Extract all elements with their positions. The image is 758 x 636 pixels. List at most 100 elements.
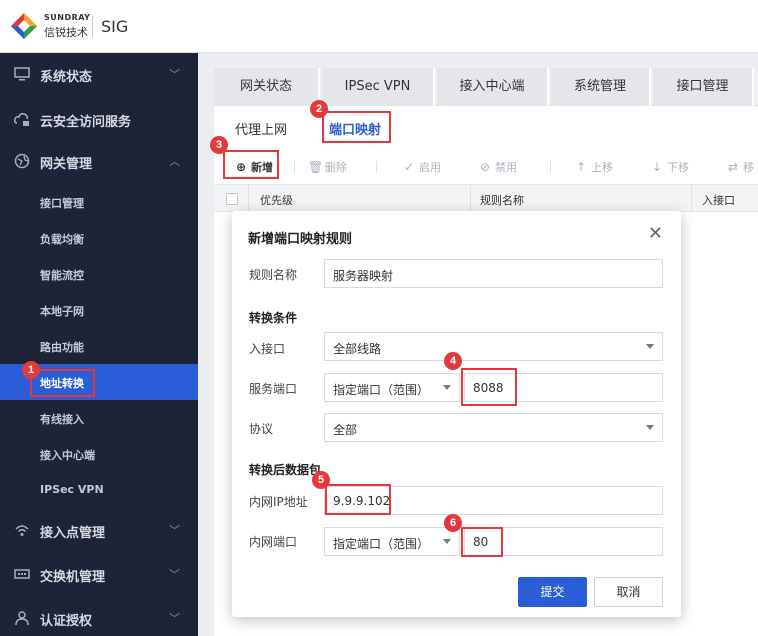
service-port-mode-value: 指定端口（范围） bbox=[333, 383, 430, 397]
nav-label: 网关管理 bbox=[40, 157, 93, 172]
highlight-box-port-mapping bbox=[322, 111, 391, 143]
product-name: SIG bbox=[101, 17, 129, 36]
highlight-box-service-port bbox=[461, 368, 517, 406]
sidebar-item-flow-control[interactable]: 智能流控 bbox=[0, 256, 198, 292]
step-badge-6: 6 bbox=[444, 514, 462, 532]
inner-port-mode-select[interactable]: 指定端口（范围） bbox=[324, 527, 460, 556]
tab-gateway-status[interactable]: 网关状态 bbox=[214, 68, 320, 106]
wifi-icon bbox=[14, 522, 30, 538]
nav-sub-label: 有线接入 bbox=[40, 413, 84, 426]
tab-access-center[interactable]: 接入中心端 bbox=[437, 68, 549, 106]
move-down-button[interactable]: ↓ 下移 bbox=[650, 159, 689, 175]
highlight-box-nat bbox=[30, 369, 95, 397]
sidebar-item-interface[interactable]: 接口管理 bbox=[0, 184, 198, 220]
table-header: 优先级 规则名称 入接口 bbox=[214, 184, 758, 212]
inner-port-mode-value: 指定端口（范围） bbox=[333, 537, 430, 551]
select-all-checkbox[interactable] bbox=[226, 193, 238, 205]
subtab-proxy[interactable]: 代理上网 bbox=[235, 119, 287, 138]
arrow-down-icon: ↓ bbox=[651, 160, 663, 174]
nav-switch-management[interactable]: 交换机管理 ﹀ bbox=[0, 553, 198, 595]
nav-cloud-security[interactable]: 云安全访问服务 bbox=[0, 98, 198, 140]
step-badge-5: 5 bbox=[312, 471, 330, 489]
nav-label: 交换机管理 bbox=[40, 570, 106, 585]
in-interface-select[interactable]: 全部线路 bbox=[324, 332, 663, 361]
nav-sub-label: 智能流控 bbox=[40, 269, 84, 282]
in-interface-value: 全部线路 bbox=[333, 342, 382, 356]
chevron-up-icon: ︿ bbox=[169, 155, 180, 168]
disable-button-label: 禁用 bbox=[495, 161, 517, 174]
enable-button-label: 启用 bbox=[419, 161, 441, 174]
caret-down-icon bbox=[646, 344, 654, 349]
inner-port-label: 内网端口 bbox=[249, 535, 298, 549]
sidebar-item-ipsec-vpn[interactable]: IPSec VPN bbox=[0, 472, 198, 508]
column-rule-name[interactable]: 规则名称 bbox=[480, 192, 524, 208]
column-divider bbox=[470, 185, 471, 212]
in-interface-label: 入接口 bbox=[249, 342, 286, 356]
top-tabs: 网关状态 IPSec VPN 接入中心端 系统管理 接口管理 bbox=[214, 68, 758, 106]
toolbar-divider bbox=[294, 161, 295, 173]
chevron-down-icon: ﹀ bbox=[169, 68, 180, 81]
column-in-interface[interactable]: 入接口 bbox=[702, 192, 735, 208]
nav-system-status[interactable]: 系统状态 ﹀ bbox=[0, 53, 198, 95]
nav-ap-management[interactable]: 接入点管理 ﹀ bbox=[0, 509, 198, 551]
nav-auth[interactable]: 认证授权 ﹀ bbox=[0, 597, 198, 636]
step-badge-1: 1 bbox=[22, 361, 40, 379]
rule-name-input[interactable]: 服务器映射 bbox=[324, 259, 663, 288]
nav-label: 系统状态 bbox=[40, 70, 93, 85]
top-bar: SUNDRAY 信锐技术 SIG bbox=[0, 0, 758, 53]
brand-divider bbox=[92, 16, 93, 38]
monitor-icon bbox=[14, 66, 30, 82]
sidebar-item-local-subnet[interactable]: 本地子网 bbox=[0, 292, 198, 328]
highlight-box-add bbox=[223, 150, 279, 179]
nav-label: 云安全访问服务 bbox=[40, 115, 132, 130]
cancel-button[interactable]: 取消 bbox=[594, 577, 663, 607]
chevron-down-icon: ﹀ bbox=[169, 612, 180, 625]
dialog-title: 新增端口映射规则 bbox=[248, 232, 353, 247]
toolbar: ⊕ 新增 🗑 删除 ✓ 启用 ⊘ 禁用 ↑ 上移 ↓ 下移 ⇄ 移 bbox=[214, 150, 758, 184]
tab-interface-management[interactable]: 接口管理 bbox=[653, 68, 754, 106]
submit-button[interactable]: 提交 bbox=[518, 577, 587, 607]
protocol-value: 全部 bbox=[333, 423, 358, 437]
sidebar-item-wired-access[interactable]: 有线接入 bbox=[0, 400, 198, 436]
nav-sub-label: 接入中心端 bbox=[40, 449, 95, 462]
check-icon: ✓ bbox=[403, 160, 415, 174]
enable-button[interactable]: ✓ 启用 bbox=[402, 159, 441, 175]
sidebar-item-access-center[interactable]: 接入中心端 bbox=[0, 436, 198, 472]
toolbar-divider bbox=[550, 161, 551, 173]
inner-ip-label: 内网IP地址 bbox=[249, 495, 308, 509]
move-label: 移 bbox=[743, 161, 754, 174]
disable-button[interactable]: ⊘ 禁用 bbox=[478, 159, 517, 175]
caret-down-icon bbox=[443, 385, 451, 390]
sidebar-item-routing[interactable]: 路由功能 bbox=[0, 328, 198, 364]
column-divider bbox=[691, 185, 692, 212]
chevron-down-icon: ﹀ bbox=[169, 524, 180, 537]
user-icon bbox=[14, 610, 30, 626]
delete-button-label: 删除 bbox=[325, 161, 347, 174]
nav-gateway-management[interactable]: 网关管理 ︿ bbox=[0, 140, 198, 182]
tab-system-management[interactable]: 系统管理 bbox=[551, 68, 651, 106]
column-divider bbox=[248, 185, 249, 212]
protocol-select[interactable]: 全部 bbox=[324, 413, 663, 442]
tab-ipsec-vpn[interactable]: IPSec VPN bbox=[322, 68, 435, 106]
step-badge-3: 3 bbox=[210, 136, 228, 154]
trash-icon: 🗑 bbox=[308, 160, 324, 174]
step-badge-2: 2 bbox=[310, 100, 328, 118]
close-icon[interactable]: ✕ bbox=[648, 223, 663, 244]
sidebar-item-load-balance[interactable]: 负载均衡 bbox=[0, 220, 198, 256]
highlight-box-inner-port bbox=[461, 527, 503, 557]
service-port-label: 服务端口 bbox=[249, 382, 298, 396]
move-up-button[interactable]: ↑ 上移 bbox=[574, 159, 613, 175]
cloud-lock-icon bbox=[14, 111, 30, 127]
caret-down-icon bbox=[443, 539, 451, 544]
sundray-logo-icon bbox=[11, 13, 37, 39]
delete-button[interactable]: 🗑 删除 bbox=[308, 159, 347, 175]
move-button[interactable]: ⇄ 移 bbox=[726, 159, 754, 175]
sub-tabs: 代理上网 端口映射 bbox=[214, 106, 758, 150]
column-priority[interactable]: 优先级 bbox=[260, 192, 293, 208]
swap-icon: ⇄ bbox=[727, 160, 739, 174]
rule-name-label: 规则名称 bbox=[249, 268, 298, 282]
arrow-up-icon: ↑ bbox=[575, 160, 587, 174]
brand-cn: 信锐技术 bbox=[44, 26, 88, 39]
service-port-mode-select[interactable]: 指定端口（范围） bbox=[324, 373, 460, 402]
nav-sub-label: 负载均衡 bbox=[40, 233, 84, 246]
